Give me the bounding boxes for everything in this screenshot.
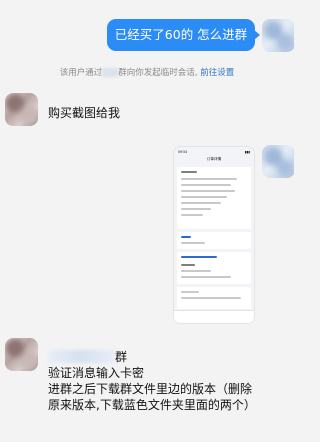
- self-avatar[interactable]: [262, 145, 294, 178]
- redacted-group-number: [48, 350, 115, 363]
- message-line-group-suffix[interactable]: 群: [115, 349, 127, 365]
- screenshot-footer-card: [177, 287, 251, 309]
- message-line-download[interactable]: 进群之后下载群文件里边的版本（删除: [48, 381, 252, 397]
- purchase-screenshot-image[interactable]: 09:54 ▮▮▮ 订单详情: [174, 147, 254, 323]
- contact-avatar[interactable]: [5, 338, 38, 371]
- screenshot-status-bar: 09:54 ▮▮▮: [178, 150, 250, 155]
- redacted-group-name: [102, 68, 119, 77]
- go-to-settings-link[interactable]: 前往设置: [200, 68, 234, 78]
- temporary-session-notice: 该用户通过 群向你发起临时会话, 前往设置: [0, 66, 294, 78]
- screenshot-service-card: [177, 232, 251, 249]
- screenshot-time: 09:54: [178, 150, 188, 154]
- screenshot-item-card: [177, 252, 251, 284]
- message-line-verify[interactable]: 验证消息输入卡密: [48, 365, 144, 381]
- screenshot-tab-bar: [174, 310, 254, 323]
- notice-middle: 群向你发起临时会话,: [118, 68, 198, 78]
- self-avatar[interactable]: [262, 19, 294, 52]
- screenshot-order-card: [177, 167, 251, 229]
- contact-avatar[interactable]: [5, 93, 38, 126]
- notice-prefix: 该用户通过: [59, 68, 103, 78]
- screenshot-nav-title: 订单详情: [206, 157, 222, 161]
- outgoing-message-bubble[interactable]: 已经买了60的 怎么进群: [107, 19, 260, 51]
- incoming-message-text[interactable]: 购买截图给我: [48, 105, 120, 121]
- signal-icon: ▮▮▮: [244, 150, 250, 154]
- chat-page: 已经买了60的 怎么进群 该用户通过 群向你发起临时会话, 前往设置 购买截图给我…: [0, 0, 294, 442]
- message-line-folder[interactable]: 原来版本,下载蓝色文件夹里面的两个）: [48, 397, 256, 413]
